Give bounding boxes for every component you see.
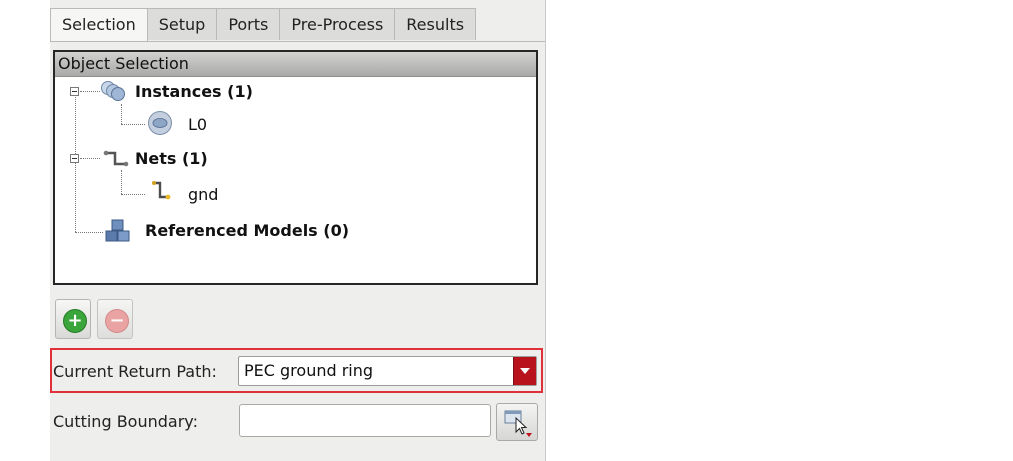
- return-path-label: Current Return Path:: [53, 362, 217, 381]
- plus-circle-icon: +: [63, 309, 87, 333]
- add-button[interactable]: +: [55, 299, 91, 339]
- tab-pre-process[interactable]: Pre-Process: [279, 8, 396, 40]
- selection-panel: Selection Setup Ports Pre-Process Result…: [50, 0, 546, 461]
- instance-icon: [147, 110, 173, 140]
- tab-results[interactable]: Results: [394, 8, 477, 40]
- object-selection-tree[interactable]: Object Selection Instances (1) L0 Nets (…: [53, 50, 538, 285]
- tree-header: Object Selection: [55, 52, 536, 77]
- tree-connector: [75, 232, 103, 233]
- tree-node-gnd[interactable]: gnd: [188, 185, 218, 204]
- select-region-icon: [504, 410, 532, 437]
- tree-connector: [121, 104, 122, 124]
- tree-node-nets[interactable]: Nets (1): [135, 149, 208, 168]
- cutting-boundary-input[interactable]: [239, 404, 491, 437]
- return-path-value: PEC ground ring: [244, 361, 374, 380]
- tree-connector: [75, 95, 76, 232]
- tab-bar: Selection Setup Ports Pre-Process Result…: [50, 8, 477, 42]
- tab-selection[interactable]: Selection: [50, 8, 148, 42]
- tree-node-referenced-models[interactable]: Referenced Models (0): [145, 221, 349, 240]
- dropdown-arrow-icon[interactable]: [513, 357, 536, 385]
- cutting-boundary-label: Cutting Boundary:: [53, 412, 198, 431]
- return-path-select[interactable]: PEC ground ring: [238, 356, 537, 386]
- nets-icon: [103, 149, 129, 173]
- tab-setup[interactable]: Setup: [146, 8, 218, 40]
- tree-connector: [121, 124, 145, 125]
- net-icon: [151, 180, 171, 206]
- collapse-toggle-instances[interactable]: [70, 87, 79, 96]
- tree-connector: [121, 194, 145, 195]
- tree-connector: [80, 158, 100, 159]
- tree-connector: [80, 91, 100, 92]
- instances-icon: [100, 80, 126, 106]
- select-boundary-button[interactable]: [496, 403, 538, 441]
- minus-circle-icon: −: [105, 309, 129, 333]
- models-icon: [104, 218, 132, 248]
- tree-connector: [121, 170, 122, 194]
- tree-node-instances[interactable]: Instances (1): [135, 82, 253, 101]
- remove-button[interactable]: −: [97, 299, 133, 339]
- tab-divider: [50, 41, 545, 42]
- tree-node-l0[interactable]: L0: [188, 115, 207, 134]
- collapse-toggle-nets[interactable]: [70, 154, 79, 163]
- tab-ports[interactable]: Ports: [216, 8, 281, 40]
